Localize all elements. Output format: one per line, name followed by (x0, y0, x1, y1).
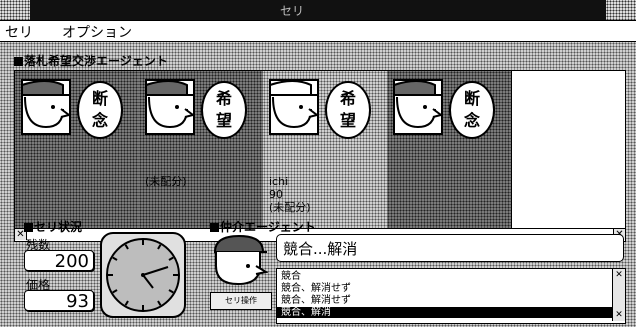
main-panel: 落札希望交渉エージェント 断念希望 (未配分) 希望 ichi 90 (未配分) 断念 ✕ … (0, 42, 636, 327)
scroll-up-arrow-icon[interactable]: ✕ (613, 269, 625, 281)
log-vertical-scrollbar[interactable]: ✕ ✕ (612, 269, 625, 321)
price-value: 93 (24, 290, 94, 312)
agent-status-char: 断 (463, 89, 480, 108)
window-title: セリ (280, 4, 305, 18)
square-bullet-icon (14, 57, 23, 66)
agent-face-icon (21, 79, 71, 135)
title-bar[interactable]: セリ (0, 0, 636, 21)
square-bullet-icon (210, 223, 219, 232)
agent-info: ichi 90 (未配分) (269, 175, 311, 214)
countdown-clock-icon (100, 232, 186, 318)
agent-info-line: (未配分) (145, 175, 187, 188)
agent-card[interactable]: 断念 (387, 71, 512, 229)
broker-agent-face-icon (213, 234, 268, 286)
agent-face-icon (145, 79, 195, 135)
agent-status-bubble: 断念 (77, 81, 123, 139)
square-bullet-icon (24, 223, 33, 232)
menu-item-options[interactable]: オプション (62, 22, 132, 42)
remaining-value: 200 (24, 250, 94, 272)
menu-item-seri[interactable]: セリ (5, 22, 33, 42)
log-row[interactable]: 競合、解消せず (277, 283, 613, 294)
agent-status-char: 望 (339, 111, 356, 130)
log-row[interactable]: 競合、解消せず (277, 295, 613, 306)
agent-status-bubble: 希望 (325, 81, 371, 139)
agent-info-line: 90 (269, 188, 283, 201)
log-row[interactable]: 競合、解消 (277, 307, 613, 318)
agent-card[interactable]: 断念 (15, 71, 140, 229)
log-row[interactable]: 競合 (277, 271, 613, 282)
agent-face-icon (269, 79, 319, 135)
agents-section-title: 落札希望交渉エージェント (14, 54, 168, 68)
broker-action-button[interactable]: セリ操作 (210, 292, 272, 310)
agent-status-bubble: 希望 (201, 81, 247, 139)
scroll-down-arrow-icon[interactable]: ✕ (613, 309, 625, 321)
auction-section-label: セリ状況 (34, 220, 83, 234)
agent-status-bubble: 断念 (449, 81, 495, 139)
broker-message-field: 競合...解消 (276, 234, 624, 262)
titlebar-pattern-left (0, 0, 30, 20)
agent-status-char: 念 (91, 111, 108, 130)
agent-status-char: 念 (463, 111, 480, 130)
auction-section-title: セリ状況 (24, 220, 82, 234)
titlebar-pattern-right (606, 0, 636, 20)
agent-info-line: ichi (269, 175, 289, 188)
agent-card[interactable]: 希望 ichi 90 (未配分) (263, 71, 388, 229)
agent-status-char: 希 (339, 89, 356, 108)
agent-status-char: 希 (215, 89, 232, 108)
agents-section-label: 落札希望交渉エージェント (24, 54, 168, 68)
menu-bar: セリ オプション (0, 21, 636, 42)
agent-list-panel: 断念希望(未配分)希望ichi90(未配分)断念 ✕ ✕ (14, 70, 626, 242)
agent-status-char: 望 (215, 111, 232, 130)
agent-info-line: (未配分) (269, 201, 311, 214)
agent-face-icon (393, 79, 443, 135)
broker-log-list[interactable]: 競合 競合、解消せず 競合、解消せず 競合、解消 ✕ ✕ (276, 268, 626, 324)
agent-info: (未配分) (145, 175, 187, 188)
agent-card[interactable]: 希望 (未配分) (139, 71, 264, 229)
agent-status-char: 断 (91, 89, 108, 108)
